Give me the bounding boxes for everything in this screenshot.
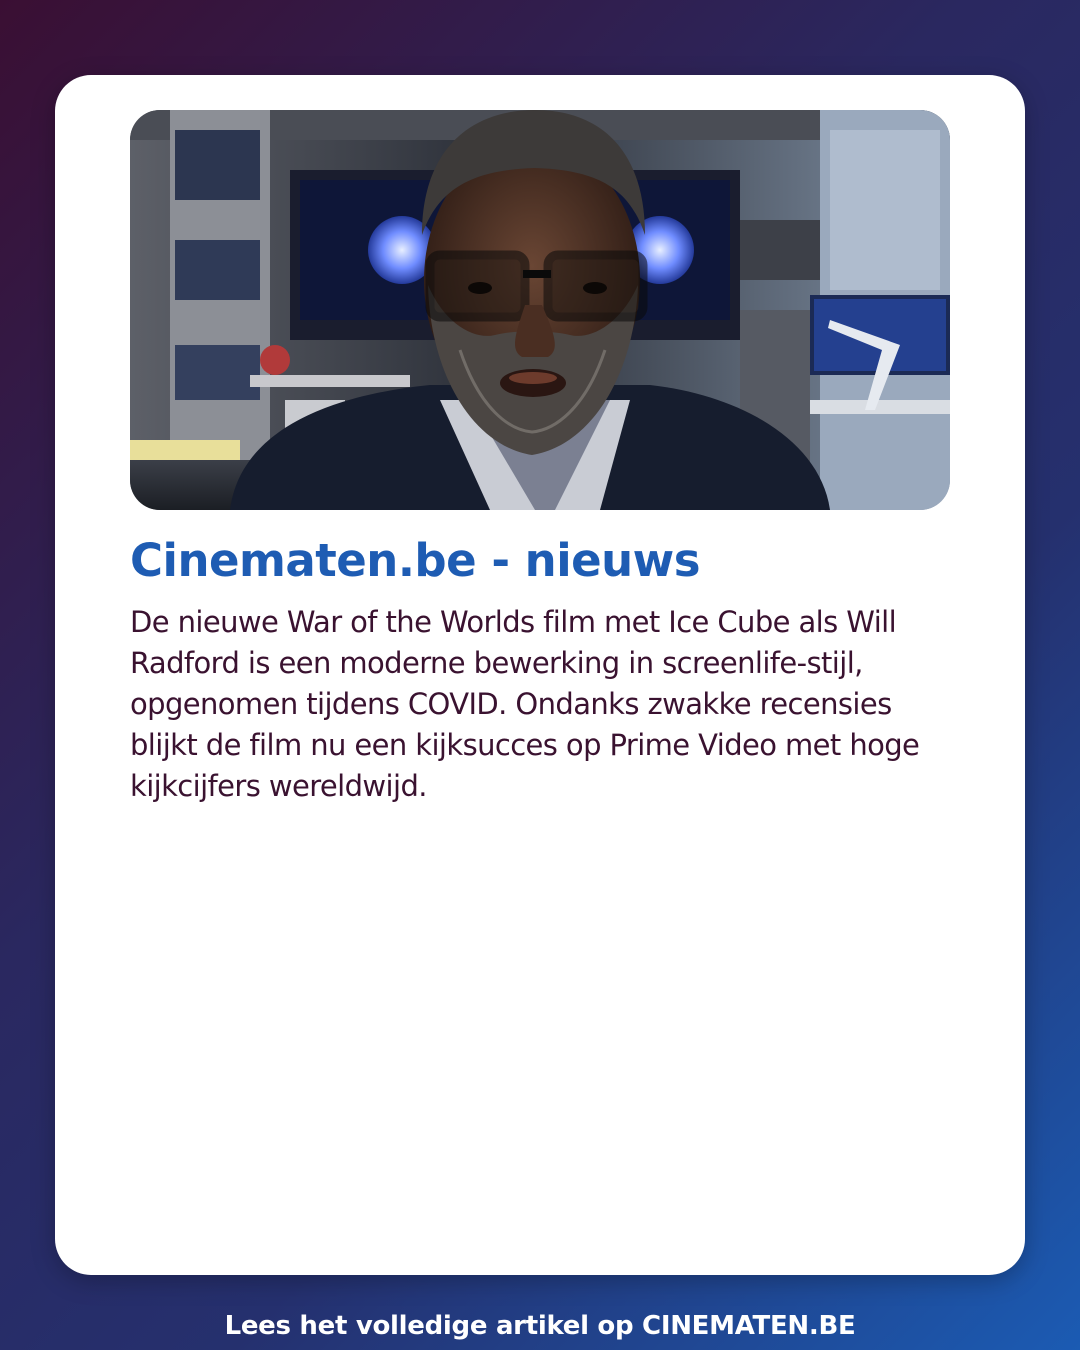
read-more-link[interactable]: Lees het volledige artikel op CINEMATEN.…	[0, 1307, 1080, 1345]
news-summary: De nieuwe War of the Worlds film met Ice…	[130, 605, 920, 803]
news-title: Cinematen.be - nieuws	[130, 534, 701, 587]
hero-image	[130, 110, 950, 510]
news-card: Cinematen.be - nieuws De nieuwe War of t…	[55, 75, 1025, 1275]
